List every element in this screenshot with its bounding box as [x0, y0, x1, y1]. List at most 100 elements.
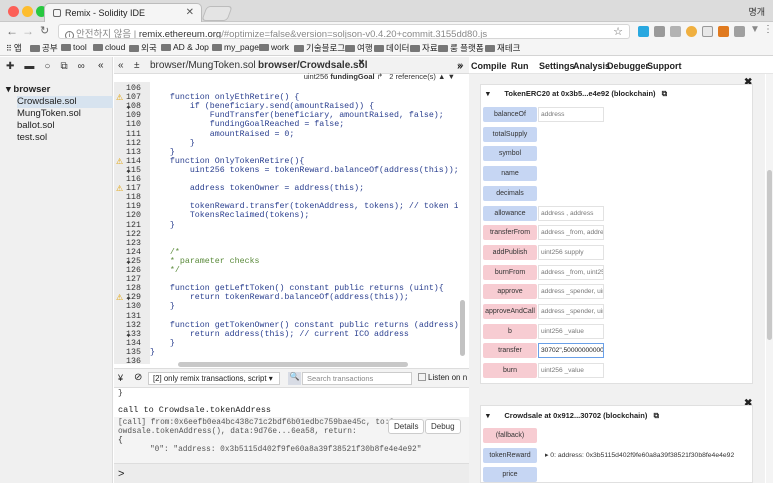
- tab-settings[interactable]: Settings: [539, 61, 575, 71]
- bookmark-folder[interactable]: 룸 플랫폼: [438, 42, 484, 54]
- function-button-balanceof[interactable]: balanceOf: [483, 107, 537, 122]
- function-args-input[interactable]: address _spender, uin: [538, 284, 604, 300]
- new-file-icon[interactable]: ✚: [6, 61, 14, 72]
- open-folder-icon[interactable]: ▬: [24, 61, 34, 72]
- editor-horizontal-scrollbar[interactable]: [178, 362, 408, 367]
- function-button-tokenreward[interactable]: tokenReward: [483, 447, 537, 463]
- link-icon[interactable]: ∞: [78, 61, 85, 72]
- function-button-transferfrom[interactable]: transferFrom: [483, 225, 537, 241]
- bookmark-folder[interactable]: 데이터: [374, 42, 409, 54]
- copy-address-icon[interactable]: ⧉: [662, 89, 667, 98]
- function-button-burnfrom[interactable]: burnFrom: [483, 264, 537, 280]
- function-button-totalsupply[interactable]: totalSupply: [483, 126, 537, 142]
- bookmark-folder[interactable]: tool: [61, 42, 87, 52]
- file-item[interactable]: Crowdsale.sol: [17, 96, 113, 108]
- bookmark-folder[interactable]: 자료: [410, 42, 438, 54]
- clear-console-icon[interactable]: ⊘: [134, 372, 142, 383]
- function-button-decimals[interactable]: decimals: [483, 185, 537, 201]
- tabs-add-icon[interactable]: ±: [134, 60, 140, 71]
- bookmark-folder[interactable]: AD & Jop: [161, 42, 209, 52]
- filter-icon[interactable]: ▼: [750, 24, 760, 35]
- tab-debugger[interactable]: Debugger: [607, 61, 649, 71]
- editor-scrollbar[interactable]: [460, 300, 465, 356]
- collapse-terminal-icon[interactable]: ¥: [118, 373, 123, 383]
- function-args-input[interactable]: address _from, uint25: [538, 264, 604, 280]
- bookmark-folder[interactable]: 외국: [129, 42, 157, 54]
- chevron-down-icon[interactable]: ▼: [448, 72, 455, 81]
- file-item[interactable]: MungToken.sol: [17, 108, 113, 120]
- token-instance-header[interactable]: ▾ TokenERC20 at 0x3b5...e4e92 (blockchai…: [486, 89, 667, 99]
- bookmark-apps[interactable]: ⠿ 앱: [6, 42, 22, 54]
- function-button-addpublish[interactable]: addPublish: [483, 244, 537, 260]
- copy-address-icon[interactable]: ⧉: [654, 411, 659, 420]
- tab-run[interactable]: Run: [511, 61, 529, 71]
- extension-icon[interactable]: [670, 26, 681, 37]
- function-args-input[interactable]: uint256 _value: [538, 363, 604, 379]
- warning-icon[interactable]: ⚠: [116, 184, 123, 193]
- function-button-burn[interactable]: burn: [483, 363, 537, 379]
- forward-arrow-icon[interactable]: →: [22, 24, 34, 38]
- function-args-input[interactable]: uint256 supply: [538, 244, 604, 260]
- close-tab-icon[interactable]: ✖: [358, 58, 365, 67]
- warning-icon[interactable]: ⚠: [116, 93, 123, 102]
- function-button-symbol[interactable]: symbol: [483, 146, 537, 162]
- warning-icon[interactable]: ⚠: [116, 293, 123, 302]
- terminal-input[interactable]: >: [114, 463, 469, 483]
- metamask-icon[interactable]: [718, 26, 729, 37]
- bookmark-folder[interactable]: 공부: [30, 42, 58, 54]
- address-bar[interactable]: i 안전하지 않음 | remix.ethereum.org/#optimize=…: [58, 24, 630, 39]
- tab-compile[interactable]: Compile: [471, 61, 507, 71]
- file-item[interactable]: ballot.sol: [17, 120, 113, 132]
- function-button-transfer[interactable]: transfer: [483, 343, 537, 359]
- profile-name[interactable]: 명개: [748, 5, 765, 18]
- extension-icon[interactable]: [654, 26, 665, 37]
- function-args-input[interactable]: address: [538, 107, 604, 122]
- expand-panel-icon[interactable]: »: [457, 61, 463, 72]
- file-item[interactable]: test.sol: [17, 132, 113, 144]
- function-args-input[interactable]: 30702",50000000000: [538, 343, 604, 359]
- copy-icon[interactable]: ⧉: [60, 61, 67, 72]
- editor-tab-active[interactable]: browser/Crowdsale.sol: [258, 60, 367, 71]
- code-editor[interactable]: function onlyEthRetire() { if (beneficia…: [150, 82, 458, 364]
- close-tab-icon[interactable]: ✕: [186, 7, 194, 18]
- function-args-input[interactable]: address _spender, uin: [538, 304, 604, 319]
- function-button-b[interactable]: b: [483, 323, 537, 339]
- back-arrow-icon[interactable]: ←: [6, 24, 18, 38]
- run-panel-scrollbar[interactable]: [767, 170, 772, 340]
- crowdsale-instance-header[interactable]: ▾ Crowdsale at 0x912...30702 (blockchain…: [486, 411, 659, 421]
- menu-dots-icon[interactable]: ⋮: [763, 24, 773, 35]
- search-icon[interactable]: 🔍: [288, 372, 301, 385]
- function-button-approve[interactable]: approve: [483, 284, 537, 300]
- search-transactions-input[interactable]: Search transactions: [302, 372, 412, 385]
- bookmark-folder[interactable]: 기술블로그: [294, 42, 345, 54]
- function-args-input[interactable]: uint256 _value: [538, 323, 604, 339]
- function-button-approveandcall[interactable]: approveAndCall: [483, 304, 537, 319]
- details-button[interactable]: Details: [388, 419, 425, 434]
- function-button-allowance[interactable]: allowance: [483, 205, 537, 221]
- transactions-filter-select[interactable]: [2] only remix transactions, script ▾: [148, 372, 280, 385]
- function-button-name[interactable]: name: [483, 166, 537, 182]
- tab-support[interactable]: Support: [647, 61, 682, 71]
- function-button-fallback[interactable]: (fallback): [483, 428, 537, 443]
- tab-analysis[interactable]: Analysis: [573, 61, 610, 71]
- close-window-button[interactable]: [8, 6, 19, 17]
- warning-icon[interactable]: ⚠: [116, 157, 123, 166]
- minimize-window-button[interactable]: [22, 6, 33, 17]
- bookmark-folder[interactable]: work: [259, 42, 289, 52]
- function-button-price[interactable]: price: [483, 467, 537, 483]
- debug-button[interactable]: Debug: [425, 419, 461, 434]
- tabs-left-icon[interactable]: «: [118, 60, 124, 71]
- function-args-input[interactable]: address _from, addres: [538, 225, 604, 241]
- bookmark-folder[interactable]: 여행: [345, 42, 373, 54]
- bookmark-star-icon[interactable]: ☆: [613, 25, 623, 38]
- bookmark-folder[interactable]: cloud: [93, 42, 125, 52]
- extension-icon[interactable]: [702, 26, 713, 37]
- new-tab-button[interactable]: [201, 6, 233, 21]
- function-args-input[interactable]: address , address: [538, 205, 604, 221]
- collapse-panel-icon[interactable]: «: [98, 60, 104, 71]
- extension-icon[interactable]: [734, 26, 745, 37]
- extension-icon[interactable]: [686, 26, 697, 37]
- chevron-up-icon[interactable]: ▲: [438, 72, 445, 81]
- listen-checkbox[interactable]: [418, 373, 426, 381]
- browser-tab[interactable]: Remix - Solidity IDE ✕: [44, 3, 202, 22]
